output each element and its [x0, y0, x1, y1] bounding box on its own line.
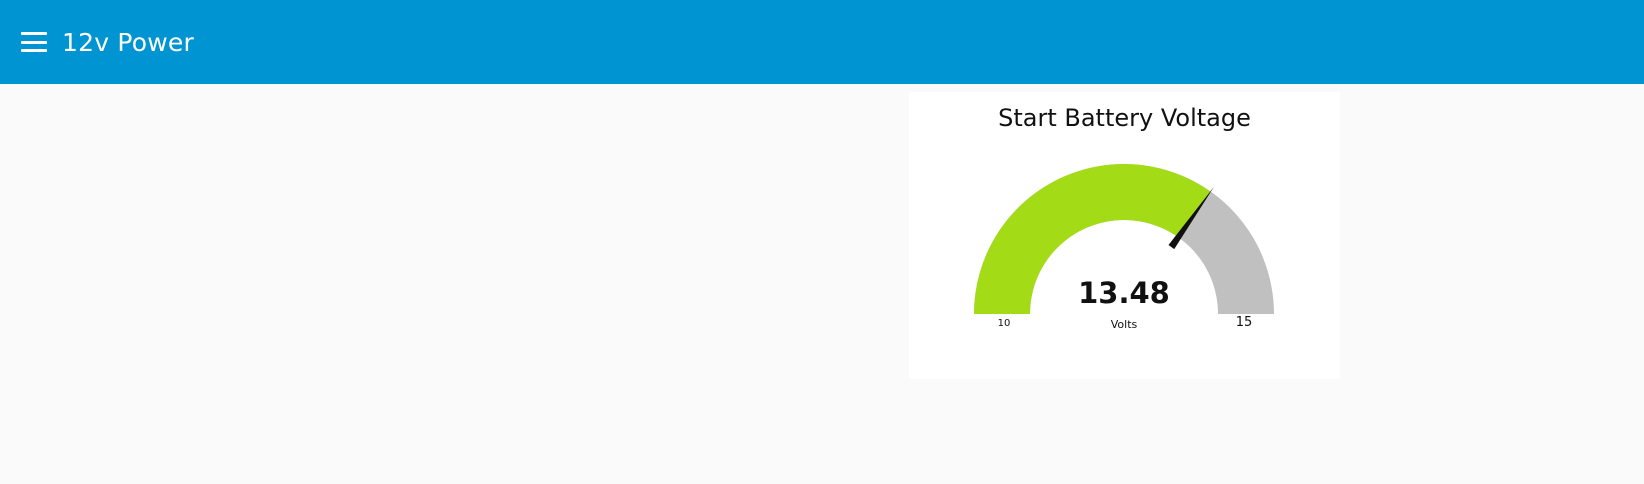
gauge-units: Volts	[1111, 318, 1138, 331]
toolbar: 12v Power	[0, 0, 1644, 84]
page-title: 12v Power	[62, 27, 194, 57]
menu-icon[interactable]	[21, 32, 47, 52]
gauge-value: 13.48	[1078, 276, 1170, 310]
gauge-min-label: 10	[998, 318, 1011, 329]
gauge-card: Start Battery Voltage 13.48 Volts 10 15	[909, 92, 1340, 379]
voltage-gauge: 13.48 Volts 10 15	[974, 164, 1274, 331]
gauge-max-label: 15	[1236, 315, 1253, 330]
